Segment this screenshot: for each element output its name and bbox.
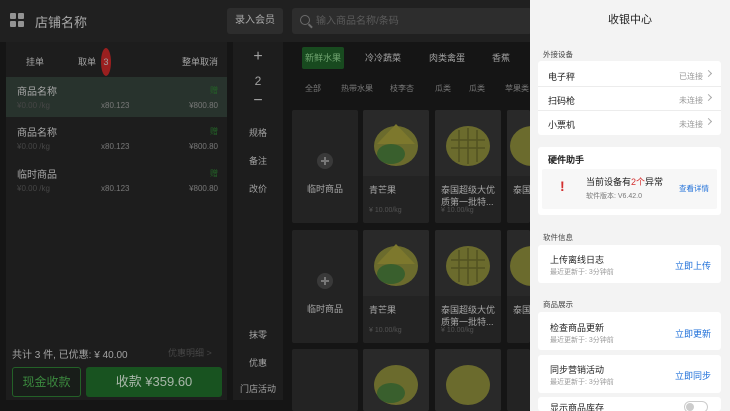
software-card: 上传离线日志 最近更新于: 3分钟前 立即上传 <box>538 245 721 283</box>
hardware-assistant-card: 硬件助手 ! 当前设备有2个异常 软件版本: V6.42.0 查看详情 <box>538 147 721 215</box>
view-details-link[interactable]: 查看详情 <box>679 183 709 194</box>
sync-activity-time: 最近更新于: 3分钟前 <box>550 379 614 386</box>
sync-activity-card: 同步营销活动 最近更新于: 3分钟前 立即同步 <box>538 355 721 393</box>
check-update-time: 最近更新于: 3分钟前 <box>550 337 614 344</box>
hardware-title: 硬件助手 <box>548 155 585 165</box>
chevron-right-icon <box>704 69 713 78</box>
section-title-display: 商品展示 <box>543 300 573 309</box>
warning-icon: ! <box>560 178 565 194</box>
section-title-devices: 外接设备 <box>543 50 573 59</box>
device-row-scanner[interactable]: 扫码枪 未连接 <box>538 87 721 111</box>
show-stock-toggle[interactable] <box>684 401 708 411</box>
software-version: 软件版本: V6.42.0 <box>586 193 643 200</box>
check-update-title: 检查商品更新 <box>550 323 605 333</box>
drawer-title: 收银中心 <box>608 14 652 26</box>
section-title-software: 软件信息 <box>543 233 573 242</box>
upload-now-button[interactable]: 立即上传 <box>675 259 711 272</box>
show-stock-title: 显示商品库存 <box>550 403 605 411</box>
update-now-button[interactable]: 立即更新 <box>675 327 711 340</box>
device-label: 小票机 <box>548 120 576 130</box>
device-status: 未连接 <box>679 96 703 105</box>
check-update-card: 检查商品更新 最近更新于: 3分钟前 立即更新 <box>538 312 721 350</box>
modal-backdrop[interactable] <box>0 0 530 411</box>
upload-log-title: 上传离线日志 <box>550 255 605 265</box>
devices-card: 电子秤 已连接 扫码枪 未连接 小票机 未连接 <box>538 61 721 135</box>
hardware-alert-text: 当前设备有2个异常 <box>586 177 664 187</box>
hardware-alert: ! 当前设备有2个异常 软件版本: V6.42.0 查看详情 <box>542 169 717 209</box>
chevron-right-icon <box>704 117 713 126</box>
sync-now-button[interactable]: 立即同步 <box>675 369 711 382</box>
device-label: 扫码枪 <box>548 96 576 106</box>
chevron-right-icon <box>704 93 713 102</box>
sync-activity-title: 同步营销活动 <box>550 365 605 375</box>
device-status: 已连接 <box>679 72 703 81</box>
device-label: 电子秤 <box>548 72 576 82</box>
device-row-printer[interactable]: 小票机 未连接 <box>538 111 721 135</box>
device-row-scale[interactable]: 电子秤 已连接 <box>538 63 721 87</box>
upload-log-time: 最近更新于: 3分钟前 <box>550 269 614 276</box>
device-status: 未连接 <box>679 120 703 129</box>
